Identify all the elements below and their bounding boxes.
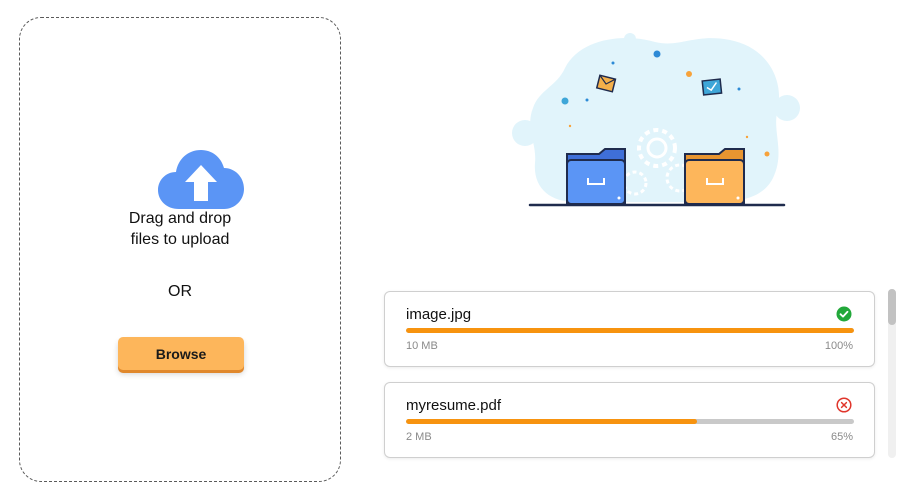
- file-name: image.jpg: [406, 306, 472, 323]
- progress-percent: 65%: [830, 431, 853, 443]
- progress-percent: 100%: [824, 340, 853, 352]
- file-size: 2 MB: [406, 431, 432, 443]
- scrollbar[interactable]: [888, 289, 896, 458]
- drag-drop-text-line1: Drag and drop: [128, 210, 232, 227]
- file-item: myresume.pdf 2 MB 65%: [384, 382, 875, 458]
- folders-illustration: [512, 33, 800, 207]
- drop-zone[interactable]: Drag and drop files to upload OR Browse: [19, 17, 341, 482]
- check-circle-icon: [836, 306, 852, 322]
- file-upload-page: Drag and drop files to upload OR Browse: [0, 0, 924, 492]
- progress-fill: [406, 328, 854, 333]
- progress-fill: [406, 419, 698, 424]
- file-item: image.jpg 10 MB 100%: [384, 291, 875, 367]
- progress-bar: [406, 328, 854, 333]
- scrollbar-thumb[interactable]: [888, 289, 896, 325]
- cloud-upload-icon: [158, 150, 244, 209]
- or-separator: OR: [168, 283, 192, 300]
- x-circle-icon[interactable]: [836, 397, 852, 413]
- drag-drop-text: Drag and drop files to upload: [20, 208, 340, 250]
- file-size: 10 MB: [406, 340, 438, 352]
- drag-drop-text-line2: files to upload: [130, 231, 230, 248]
- progress-bar: [406, 419, 854, 424]
- file-name: myresume.pdf: [406, 397, 502, 414]
- browse-button[interactable]: Browse: [118, 337, 244, 370]
